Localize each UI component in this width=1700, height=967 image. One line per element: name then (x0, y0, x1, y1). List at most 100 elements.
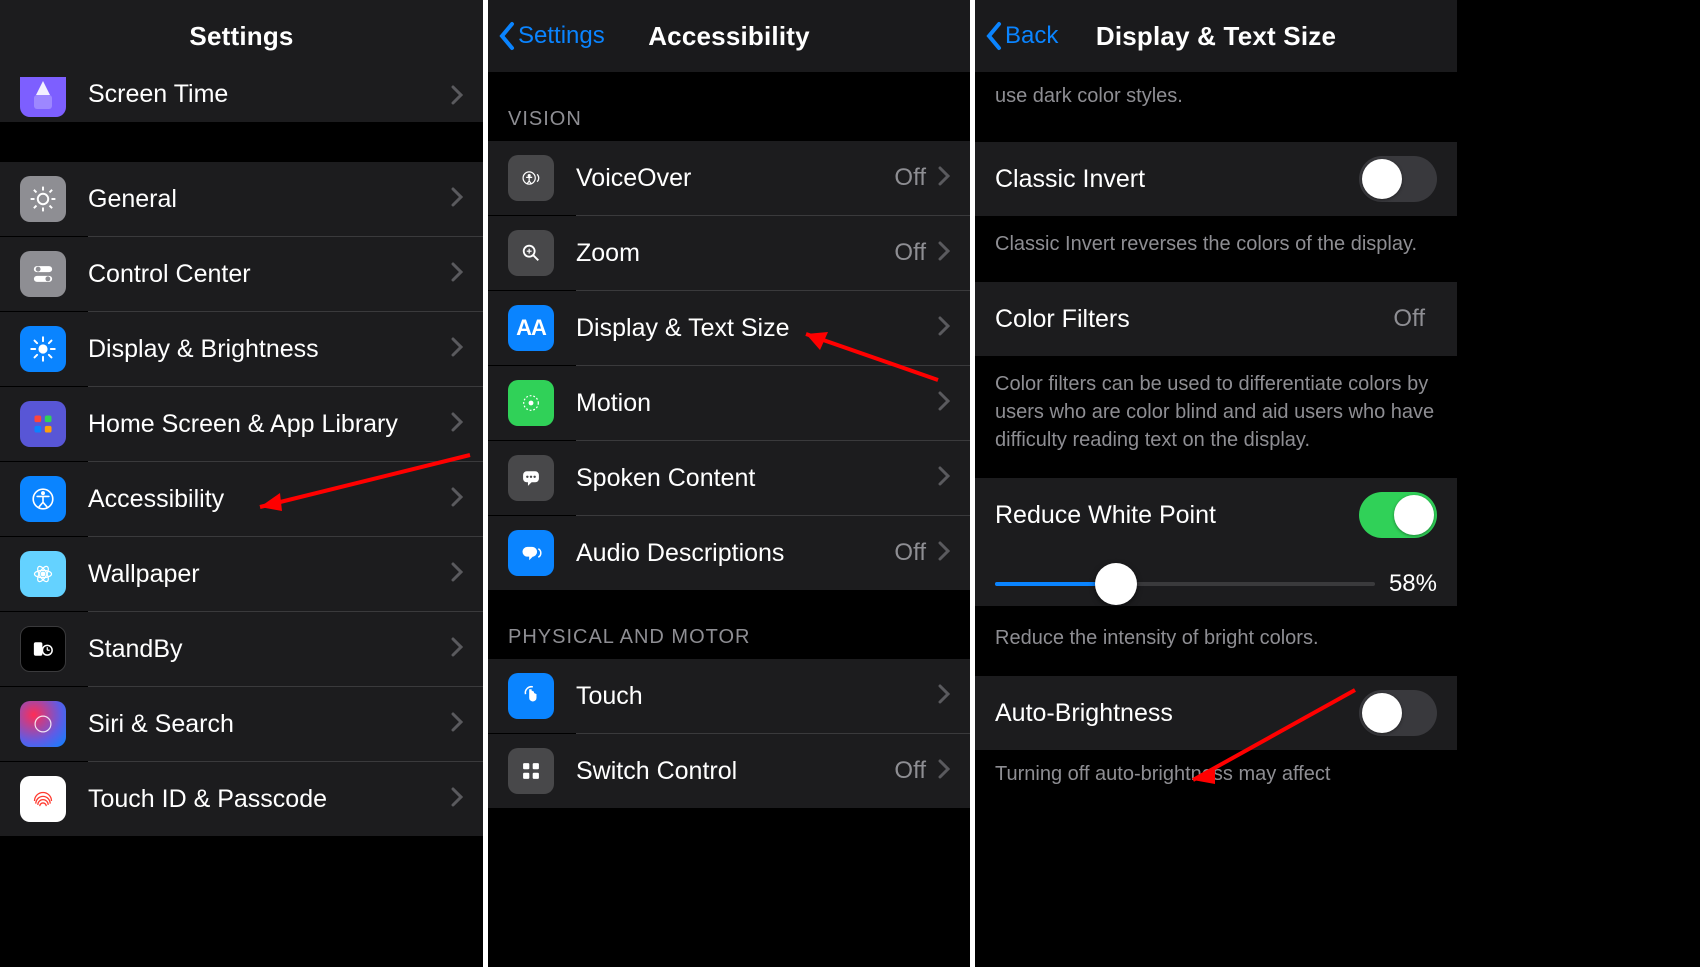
chevron-right-icon (451, 187, 463, 212)
back-button[interactable]: Back (985, 21, 1058, 51)
row-standby[interactable]: StandBy (0, 612, 483, 686)
row-value: Off (894, 539, 926, 567)
row-label: Display & Brightness (88, 335, 451, 364)
back-label: Settings (518, 22, 605, 50)
row-label: Home Screen & App Library (88, 410, 451, 439)
chevron-right-icon (451, 787, 463, 812)
row-label: VoiceOver (576, 164, 894, 193)
row-label: Motion (576, 389, 938, 418)
row-classic-invert: Classic Invert (975, 142, 1457, 216)
row-value: Off (894, 164, 926, 192)
row-wallpaper[interactable]: Wallpaper (0, 537, 483, 611)
row-label: Siri & Search (88, 710, 451, 739)
section-vision: VISION (488, 72, 970, 141)
chevron-right-icon (938, 684, 950, 709)
settings-navbar: Settings (0, 0, 483, 72)
reduce-white-footer: Reduce the intensity of bright colors. (975, 606, 1457, 676)
reduce-white-toggle[interactable] (1359, 492, 1437, 538)
display-text-pane: Back Display & Text Size use dark color … (975, 0, 1457, 967)
row-control-center[interactable]: Control Center (0, 237, 483, 311)
auto-brightness-footer-tail: Turning off auto-brightness may affect (975, 750, 1457, 798)
row-label: Touch ID & Passcode (88, 785, 451, 814)
wallpaper-icon (20, 551, 66, 597)
accessibility-pane: Settings Accessibility VISION VoiceOver … (488, 0, 970, 967)
reduce-white-slider-row: 58% (975, 552, 1457, 606)
gear-icon (20, 176, 66, 222)
classic-invert-toggle[interactable] (1359, 156, 1437, 202)
chevron-right-icon (451, 562, 463, 587)
display-text-navbar: Back Display & Text Size (975, 0, 1457, 72)
row-home-screen[interactable]: Home Screen & App Library (0, 387, 483, 461)
chevron-right-icon (938, 391, 950, 416)
row-reduce-white-point: Reduce White Point (975, 478, 1457, 552)
row-label: Audio Descriptions (576, 539, 894, 568)
touch-icon (508, 673, 554, 719)
brightness-icon (20, 326, 66, 372)
back-button[interactable]: Settings (498, 21, 605, 51)
color-filters-footer: Color filters can be used to differentia… (975, 356, 1457, 478)
voiceover-icon (508, 155, 554, 201)
back-label: Back (1005, 22, 1058, 50)
standby-icon (20, 626, 66, 672)
reduce-white-label: Reduce White Point (995, 501, 1359, 530)
row-switch-control[interactable]: Switch Control Off (488, 734, 970, 808)
row-voiceover[interactable]: VoiceOver Off (488, 141, 970, 215)
row-touch-id[interactable]: Touch ID & Passcode (0, 762, 483, 836)
row-color-filters[interactable]: Color Filters Off (975, 282, 1457, 356)
chevron-left-icon (498, 21, 516, 51)
chevron-left-icon (985, 21, 1003, 51)
chevron-right-icon (451, 712, 463, 737)
row-audio-descriptions[interactable]: Audio Descriptions Off (488, 516, 970, 590)
screentime-icon (20, 77, 66, 117)
accessibility-title: Accessibility (648, 21, 810, 52)
row-motion[interactable]: Motion (488, 366, 970, 440)
row-value: Off (894, 239, 926, 267)
row-display-text-size[interactable]: AA Display & Text Size (488, 291, 970, 365)
auto-brightness-toggle[interactable] (1359, 690, 1437, 736)
row-label: Control Center (88, 260, 451, 289)
row-value: Off (894, 757, 926, 785)
row-display-brightness[interactable]: Display & Brightness (0, 312, 483, 386)
row-spoken-content[interactable]: Spoken Content (488, 441, 970, 515)
audio-descriptions-icon (508, 530, 554, 576)
row-siri-search[interactable]: Siri & Search (0, 687, 483, 761)
accessibility-navbar: Settings Accessibility (488, 0, 970, 72)
row-screen-time[interactable]: Screen Time (0, 72, 483, 122)
settings-pane: Settings Screen Time General Control Cen… (0, 0, 483, 967)
reduce-white-percent: 58% (1389, 570, 1437, 598)
chevron-right-icon (938, 241, 950, 266)
spoken-content-icon (508, 455, 554, 501)
zoom-icon (508, 230, 554, 276)
color-filters-label: Color Filters (995, 305, 1393, 334)
auto-brightness-label: Auto-Brightness (995, 699, 1359, 728)
chevron-right-icon (451, 85, 463, 110)
settings-title: Settings (189, 21, 293, 52)
row-label: Switch Control (576, 757, 894, 786)
row-touch[interactable]: Touch (488, 659, 970, 733)
row-label: Screen Time (88, 80, 451, 109)
control-center-icon (20, 251, 66, 297)
row-zoom[interactable]: Zoom Off (488, 216, 970, 290)
home-screen-icon (20, 401, 66, 447)
dark-style-footer-tail: use dark color styles. (975, 72, 1457, 120)
row-label: Wallpaper (88, 560, 451, 589)
color-filters-value: Off (1393, 305, 1425, 333)
siri-icon (20, 701, 66, 747)
chevron-right-icon (451, 262, 463, 287)
row-label: Zoom (576, 239, 894, 268)
row-general[interactable]: General (0, 162, 483, 236)
switch-control-icon (508, 748, 554, 794)
row-accessibility[interactable]: Accessibility (0, 462, 483, 536)
row-label: StandBy (88, 635, 451, 664)
chevron-right-icon (938, 316, 950, 341)
display-text-title: Display & Text Size (1096, 21, 1336, 52)
row-label: Accessibility (88, 485, 451, 514)
chevron-right-icon (938, 166, 950, 191)
motion-icon (508, 380, 554, 426)
fingerprint-icon (20, 776, 66, 822)
row-label: General (88, 185, 451, 214)
chevron-right-icon (451, 637, 463, 662)
chevron-right-icon (451, 487, 463, 512)
reduce-white-slider[interactable] (995, 582, 1375, 586)
section-physical: PHYSICAL AND MOTOR (488, 590, 970, 659)
